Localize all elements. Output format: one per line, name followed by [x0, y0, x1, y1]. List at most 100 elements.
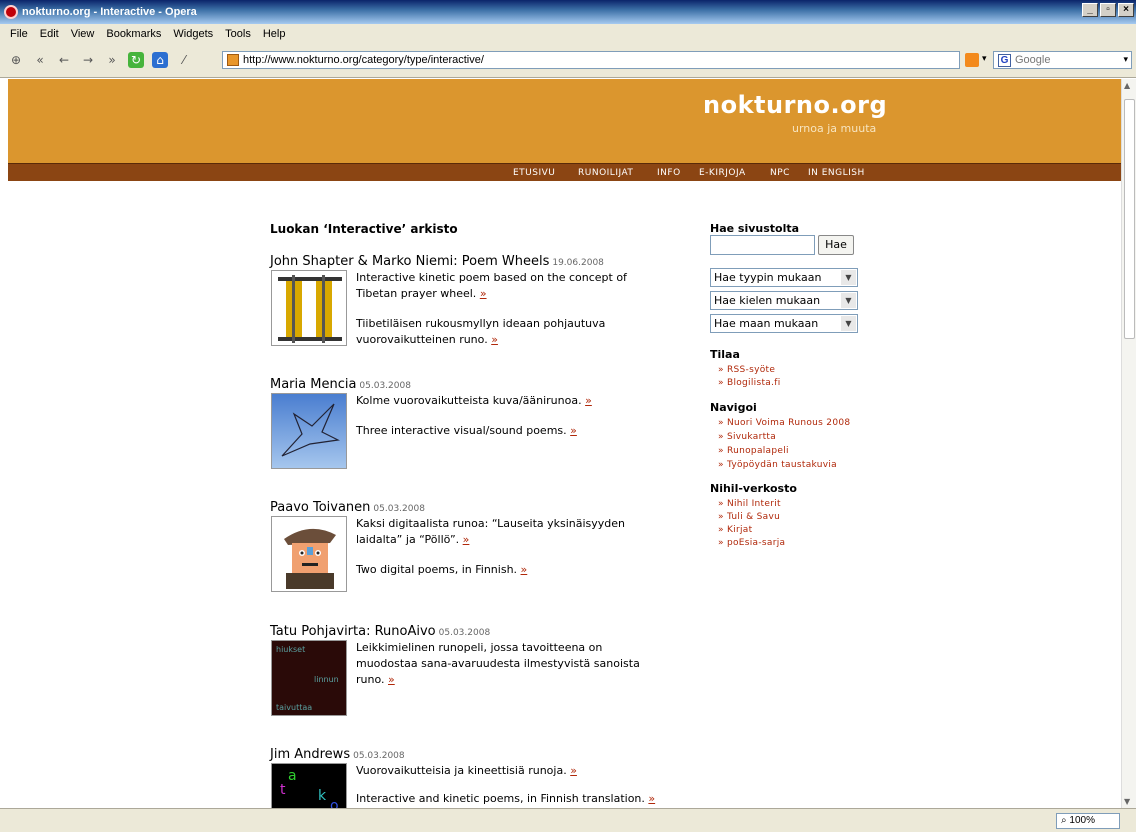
post-header: John Shapter & Marko Niemi: Poem Wheels 1…: [270, 254, 604, 269]
post-text: Vuorovaikutteisia ja kineettisiä runoja.…: [356, 763, 656, 779]
prayer-wheels-thumbnail[interactable]: [271, 270, 347, 346]
feed-dropdown-icon[interactable]: ▾: [982, 54, 987, 64]
menu-edit[interactable]: Edit: [34, 28, 65, 40]
nav-npc[interactable]: NPC: [770, 168, 790, 178]
reload-icon[interactable]: ↻: [128, 52, 144, 68]
select-language-label: Hae kielen mukaan: [714, 294, 821, 307]
post-text-fi: Tiibetiläisen rukousmyllyn ideaan pohjau…: [356, 317, 606, 346]
scrollbar-thumb[interactable]: [1124, 99, 1135, 339]
read-more-link[interactable]: »: [648, 792, 655, 805]
sidebar-search-button[interactable]: Hae: [818, 235, 854, 255]
post-text-en: Interactive kinetic poem based on the co…: [356, 271, 627, 300]
site-favicon: [227, 54, 239, 66]
post-text: Kaksi digitaalista runoa: “Lauseita yksi…: [356, 516, 656, 548]
sidebar-link-nuori-voima[interactable]: » Nuori Voima Runous 2008: [718, 418, 850, 428]
nav-in-english[interactable]: IN ENGLISH: [808, 168, 865, 178]
rss-feed-icon[interactable]: [965, 53, 979, 67]
menu-bookmarks[interactable]: Bookmarks: [100, 28, 167, 40]
opera-icon: [4, 5, 18, 19]
sidebar-link-kirjat[interactable]: » Kirjat: [718, 525, 752, 535]
sidebar-link-rss[interactable]: » RSS-syöte: [718, 365, 775, 375]
site-header: nokturno.org urnoa ja muuta: [8, 79, 1121, 163]
post-text: Tiibetiläisen rukousmyllyn ideaan pohjau…: [356, 316, 656, 348]
zoom-select[interactable]: ⌕ 100%: [1056, 813, 1120, 829]
post-text-fi: Kolme vuorovaikutteista kuva/äänirunoa.: [356, 394, 582, 407]
post-title[interactable]: Jim Andrews: [270, 747, 350, 762]
read-more-link[interactable]: »: [463, 533, 470, 546]
read-more-link[interactable]: »: [388, 673, 395, 686]
sidebar-link-tuli-savu[interactable]: » Tuli & Savu: [718, 512, 780, 522]
post-title[interactable]: Tatu Pohjavirta: RunoAivo: [270, 624, 436, 639]
back-icon[interactable]: ←: [56, 52, 72, 68]
new-tab-icon[interactable]: ⊕: [8, 52, 24, 68]
sidebar-link-blogilista[interactable]: » Blogilista.fi: [718, 378, 781, 388]
sidebar-link-taustakuvia[interactable]: » Työpöydän taustakuvia: [718, 460, 837, 470]
menu-widgets[interactable]: Widgets: [167, 28, 219, 40]
thumb-letter: a: [288, 768, 297, 784]
post-text-en: Interactive and kinetic poems, in Finnis…: [356, 792, 645, 805]
menu-tools[interactable]: Tools: [219, 28, 257, 40]
menu-view[interactable]: View: [65, 28, 101, 40]
select-country[interactable]: Hae maan mukaan ▼: [710, 314, 858, 333]
nav-runoilijat[interactable]: RUNOILIJAT: [578, 168, 633, 178]
select-type[interactable]: Hae tyypin mukaan ▼: [710, 268, 858, 287]
read-more-link[interactable]: »: [521, 563, 528, 576]
close-button[interactable]: ×: [1118, 3, 1134, 17]
select-language[interactable]: Hae kielen mukaan ▼: [710, 291, 858, 310]
post-title[interactable]: Paavo Toivanen: [270, 500, 370, 515]
post-header: Maria Mencia 05.03.2008: [270, 377, 411, 392]
read-more-link[interactable]: »: [585, 394, 592, 407]
post-title[interactable]: John Shapter & Marko Niemi: Poem Wheels: [270, 254, 549, 269]
owl-face-thumbnail[interactable]: [271, 516, 347, 592]
runoaivo-thumbnail[interactable]: hiukset linnun taivuttaa: [271, 640, 347, 716]
sidebar-link-sivukartta[interactable]: » Sivukartta: [718, 432, 776, 442]
menu-file[interactable]: File: [4, 28, 34, 40]
vertical-scrollbar[interactable]: ▲ ▼: [1121, 79, 1136, 808]
search-dropdown-icon[interactable]: ▾: [1123, 54, 1128, 65]
sidebar-tilaa-title: Tilaa: [710, 348, 740, 361]
nav-info[interactable]: INFO: [657, 168, 681, 178]
home-icon[interactable]: ⌂: [152, 52, 168, 68]
rewind-icon[interactable]: «: [32, 52, 48, 68]
address-url[interactable]: http://www.nokturno.org/category/type/in…: [243, 54, 484, 66]
wand-icon[interactable]: ⁄: [176, 52, 192, 68]
bird-thumbnail[interactable]: [271, 393, 347, 469]
sidebar-link-nihil-interit[interactable]: » Nihil Interit: [718, 499, 781, 509]
status-bar: ⌕ 100%: [0, 808, 1136, 832]
post-text: Three interactive visual/sound poems. »: [356, 423, 656, 439]
sidebar-search-input[interactable]: [710, 235, 815, 255]
read-more-link[interactable]: »: [570, 424, 577, 437]
nav-e-kirjoja[interactable]: E-KIRJOJA: [699, 168, 746, 178]
fast-forward-icon[interactable]: »: [104, 52, 120, 68]
post-header: Tatu Pohjavirta: RunoAivo 05.03.2008: [270, 624, 490, 639]
post-title[interactable]: Maria Mencia: [270, 377, 356, 392]
sidebar-link-poesia-sarja[interactable]: » poΕsia-sarja: [718, 538, 785, 548]
navigation-toolbar: ⊕ « ← → » ↻ ⌂ ⁄ http://www.nokturno.org/…: [0, 43, 1136, 78]
search-field[interactable]: G Google ▾: [993, 51, 1132, 69]
scroll-up-icon[interactable]: ▲: [1124, 81, 1130, 90]
google-icon: G: [998, 53, 1011, 67]
thumb-letter: t: [280, 782, 286, 798]
menu-bar: File Edit View Bookmarks Widgets Tools H…: [0, 24, 1136, 43]
nav-etusivu[interactable]: ETUSIVU: [513, 168, 555, 178]
site-name[interactable]: nokturno.org: [703, 91, 887, 119]
post-text: Interactive and kinetic poems, in Finnis…: [356, 791, 656, 807]
menu-help[interactable]: Help: [257, 28, 292, 40]
post-date: 05.03.2008: [359, 381, 411, 391]
forward-icon[interactable]: →: [80, 52, 96, 68]
scroll-down-icon[interactable]: ▼: [1124, 797, 1130, 806]
post-text: Interactive kinetic poem based on the co…: [356, 270, 656, 302]
address-bar[interactable]: http://www.nokturno.org/category/type/in…: [222, 51, 960, 69]
post-text: Kolme vuorovaikutteista kuva/äänirunoa. …: [356, 393, 656, 409]
thumb-letter: k: [318, 788, 327, 804]
sidebar-link-runopalapeli[interactable]: » Runopalapeli: [718, 446, 789, 456]
thumb-word: taivuttaa: [276, 703, 313, 712]
restore-button[interactable]: ▫: [1100, 3, 1116, 17]
sidebar-search-title: Hae sivustolta: [710, 222, 800, 235]
kinetic-letters-thumbnail[interactable]: a t k o: [271, 763, 347, 808]
read-more-link[interactable]: »: [491, 333, 498, 346]
minimize-button[interactable]: _: [1082, 3, 1098, 17]
chevron-down-icon: ▼: [841, 293, 856, 308]
read-more-link[interactable]: »: [480, 287, 487, 300]
read-more-link[interactable]: »: [570, 764, 577, 777]
